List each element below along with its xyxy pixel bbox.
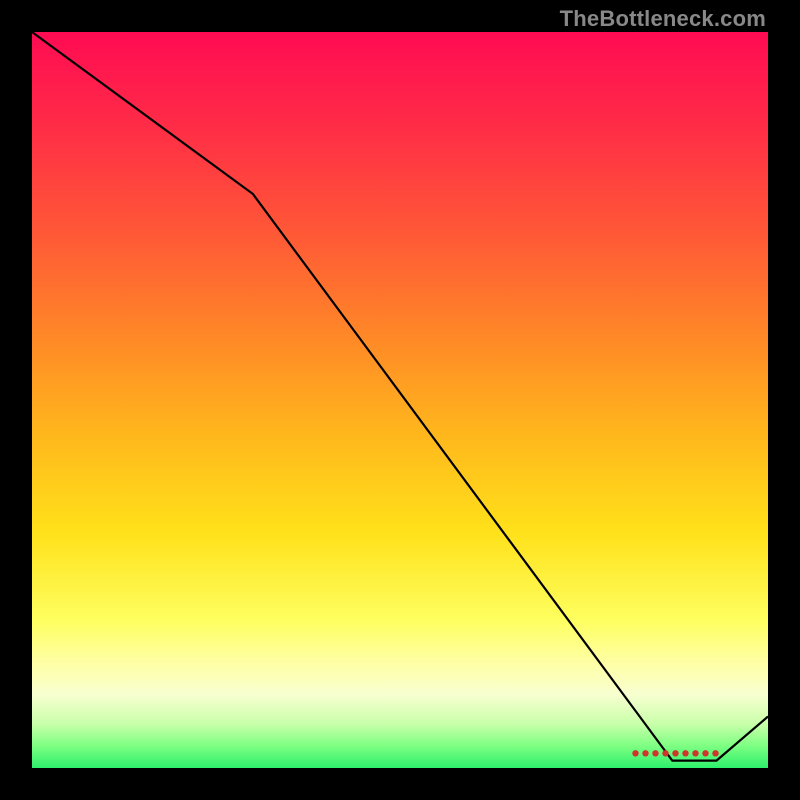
marker-dot [692,750,698,756]
chart-overlay [32,32,768,768]
marker-dot [632,750,638,756]
marker-dot [652,750,658,756]
marker-dot [672,750,678,756]
marker-dot [662,750,668,756]
marker-dot [712,750,718,756]
marker-dot [682,750,688,756]
watermark-text: TheBottleneck.com [560,6,766,32]
marker-band [632,750,718,756]
chart-line [32,32,768,761]
marker-dot [702,750,708,756]
marker-dot [642,750,648,756]
chart-frame: TheBottleneck.com [0,0,800,800]
